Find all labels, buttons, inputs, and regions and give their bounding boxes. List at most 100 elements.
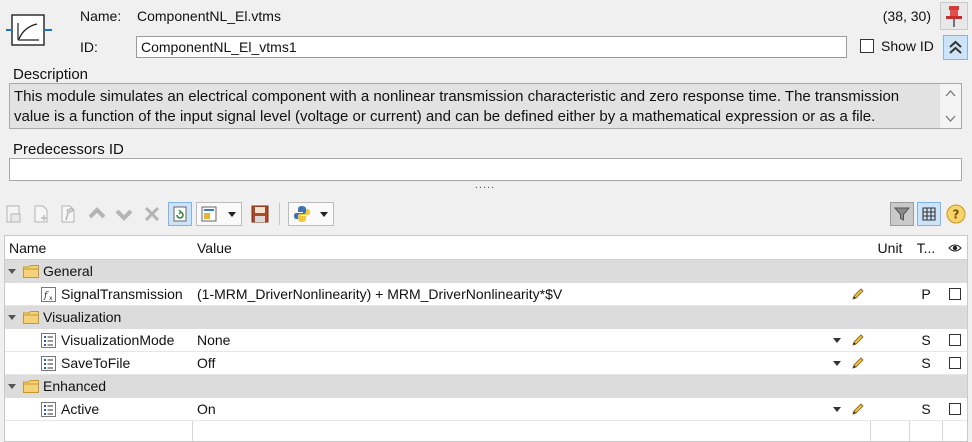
param-value-cell[interactable]: Off — [193, 352, 870, 374]
param-value-cell[interactable]: On — [193, 398, 870, 420]
new-item-button[interactable] — [2, 202, 26, 226]
param-type: P — [921, 286, 931, 302]
group-row[interactable]: General — [5, 260, 967, 283]
name-label: Name: — [80, 8, 122, 24]
move-down-icon — [115, 209, 133, 221]
table-row[interactable]: f x SignalTransmission (1-MRM_DriverNonline… — [5, 283, 967, 306]
param-name: Active — [61, 401, 100, 417]
delete-icon — [144, 206, 160, 222]
group-row[interactable]: Enhanced — [5, 375, 967, 398]
module-header: Name: ComponentNL_El.vtms (38, 30) ID: S… — [0, 0, 972, 64]
scroll-up-icon[interactable] — [940, 84, 961, 104]
new-child-button[interactable] — [29, 202, 53, 226]
table-row[interactable]: VisualizationMode None S — [5, 329, 967, 352]
group-label: Enhanced — [43, 378, 107, 394]
pin-button[interactable] — [940, 2, 968, 30]
group-row[interactable]: Visualization — [5, 306, 967, 329]
module-name: ComponentNL_El.vtms — [137, 8, 281, 24]
group-name-cell[interactable]: Visualization — [5, 306, 192, 329]
param-unit — [871, 329, 909, 351]
group-label: General — [43, 263, 93, 279]
group-name-cell[interactable]: Enhanced — [5, 375, 192, 398]
description-scrollbar[interactable] — [939, 84, 961, 128]
param-name: VisualizationMode — [61, 332, 175, 348]
description-field[interactable]: This module simulates an electrical comp… — [9, 83, 962, 129]
help-button[interactable]: ? — [944, 202, 968, 226]
filter-button[interactable] — [890, 202, 914, 226]
delete-button[interactable] — [140, 202, 164, 226]
pencil-icon[interactable] — [850, 332, 866, 348]
column-header-unit[interactable]: Unit — [871, 236, 909, 259]
param-visible-cell[interactable] — [943, 398, 967, 420]
chevron-down-icon[interactable] — [8, 269, 16, 274]
chevron-down-icon[interactable] — [8, 384, 16, 389]
folder-icon — [23, 265, 39, 278]
parameter-grid: Name Value Unit T... General f x SignalTran… — [4, 235, 968, 442]
id-field[interactable] — [136, 36, 847, 58]
column-header-type[interactable]: T... — [910, 236, 942, 259]
param-name-cell[interactable]: SaveToFile — [5, 352, 192, 374]
description-text: This module simulates an electrical comp… — [14, 88, 900, 125]
table-row[interactable]: SaveToFile Off S — [5, 352, 967, 375]
help-icon: ? — [946, 204, 966, 224]
visible-checkbox[interactable] — [949, 403, 961, 415]
column-header-value[interactable]: Value — [193, 236, 870, 259]
param-value-cell[interactable]: (1-MRM_DriverNonlinearity) + MRM_DriverN… — [193, 283, 870, 305]
chevron-down-icon[interactable] — [833, 407, 841, 412]
param-name-cell[interactable]: Active — [5, 398, 192, 420]
properties-button[interactable] — [56, 202, 80, 226]
table-row[interactable]: Active On S — [5, 398, 967, 421]
python-dropdown[interactable] — [288, 202, 334, 226]
grid-icon — [922, 207, 936, 221]
svg-text:x: x — [49, 295, 53, 302]
pushpin-icon — [946, 6, 962, 27]
save-icon — [251, 205, 269, 223]
chevron-down-icon[interactable] — [833, 338, 841, 343]
param-type: S — [921, 332, 931, 348]
template-dropdown[interactable] — [196, 202, 242, 226]
param-name-cell[interactable]: VisualizationMode — [5, 329, 192, 351]
move-up-button[interactable] — [85, 202, 109, 226]
chevron-down-icon[interactable] — [8, 315, 16, 320]
param-value[interactable]: On — [197, 401, 216, 417]
pencil-icon[interactable] — [850, 286, 866, 302]
panel-splitter[interactable]: ..... — [472, 180, 498, 191]
predecessors-field[interactable] — [9, 158, 962, 181]
param-name-cell[interactable]: f x SignalTransmission — [5, 283, 192, 305]
visible-checkbox[interactable] — [949, 357, 961, 369]
collapse-header-button[interactable] — [943, 35, 968, 60]
param-visible-cell[interactable] — [943, 352, 967, 374]
visible-checkbox[interactable] — [949, 288, 961, 300]
visible-checkbox[interactable] — [949, 334, 961, 346]
pencil-icon[interactable] — [850, 355, 866, 371]
param-value-cell[interactable]: None — [193, 329, 870, 351]
param-type: S — [921, 355, 931, 371]
param-value[interactable]: None — [197, 332, 230, 348]
double-chevron-up-icon — [949, 40, 962, 54]
pencil-icon[interactable] — [850, 401, 866, 417]
param-value[interactable]: Off — [197, 355, 215, 371]
column-header-name[interactable]: Name — [5, 236, 192, 259]
refresh-button[interactable] — [168, 202, 192, 226]
new-item-icon — [6, 205, 21, 223]
scroll-down-icon[interactable] — [940, 108, 961, 128]
param-name: SignalTransmission — [61, 286, 183, 302]
move-down-button[interactable] — [112, 202, 136, 226]
group-name-cell[interactable]: General — [5, 260, 192, 283]
show-id-checkbox[interactable] — [860, 39, 874, 53]
param-visible-cell[interactable] — [943, 329, 967, 351]
param-type: S — [921, 401, 931, 417]
folder-icon — [23, 380, 39, 393]
list-icon — [41, 402, 56, 417]
toolbar-separator — [279, 203, 280, 225]
function-icon: fx — [41, 287, 56, 302]
param-visible-cell[interactable] — [943, 283, 967, 305]
show-id-toggle[interactable]: Show ID — [860, 38, 934, 54]
grid-button[interactable] — [917, 202, 941, 226]
save-button[interactable] — [248, 202, 272, 226]
parameter-toolbar: ? — [0, 197, 972, 233]
param-value[interactable]: (1-MRM_DriverNonlinearity) + MRM_DriverN… — [197, 286, 562, 302]
chevron-down-icon — [228, 212, 236, 217]
column-header-visible[interactable] — [943, 236, 967, 259]
chevron-down-icon[interactable] — [833, 361, 841, 366]
